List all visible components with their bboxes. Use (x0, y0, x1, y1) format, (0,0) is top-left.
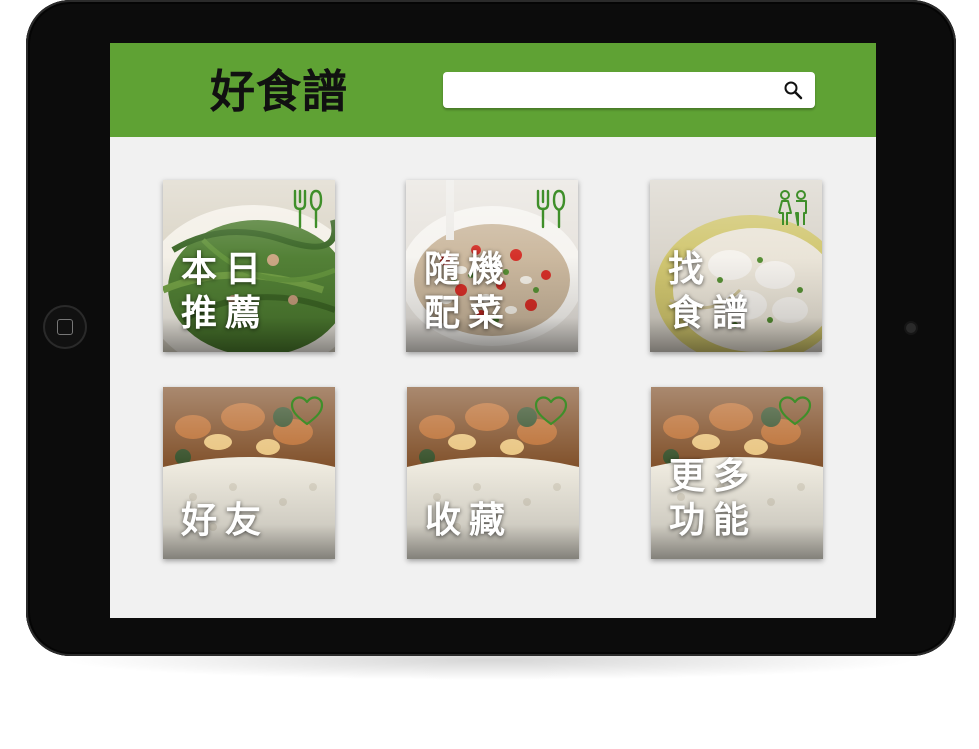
logo-text: 好食譜 (210, 64, 349, 118)
tile-label: 收藏 (425, 500, 514, 541)
tile-label: 隨機 配菜 (424, 249, 513, 334)
search-bar[interactable] (443, 72, 815, 108)
tile-friends[interactable]: 好友 (163, 387, 335, 559)
app-header: 好食譜 (110, 43, 876, 137)
app-screen: 好食譜 本日 推薦 隨機 配菜 找 食譜 好友 收藏 更多 功能 (110, 43, 876, 618)
heart-icon (778, 396, 812, 426)
people-icon (778, 190, 807, 226)
tile-random-sides[interactable]: 隨機 配菜 (406, 180, 578, 352)
tile-more-features[interactable]: 更多 功能 (651, 387, 823, 559)
tile-daily-recommend[interactable]: 本日 推薦 (163, 180, 335, 352)
tile-label: 好友 (181, 500, 270, 541)
home-button[interactable] (43, 305, 87, 349)
search-icon[interactable] (783, 80, 803, 100)
logo[interactable]: 好食譜 (210, 63, 348, 119)
utensils-icon (293, 189, 323, 229)
heart-icon (534, 396, 568, 426)
tile-label: 找 食譜 (668, 249, 757, 334)
tile-label: 本日 推薦 (181, 249, 270, 334)
tile-label: 更多 功能 (669, 456, 758, 541)
utensils-icon (536, 189, 566, 229)
heart-icon (290, 396, 324, 426)
front-camera (906, 323, 916, 333)
tile-favorites[interactable]: 收藏 (407, 387, 579, 559)
tablet-frame: 好食譜 本日 推薦 隨機 配菜 找 食譜 好友 收藏 更多 功能 (26, 0, 956, 656)
search-input[interactable] (451, 78, 775, 104)
tile-find-recipe[interactable]: 找 食譜 (650, 180, 822, 352)
home-button-glyph (57, 319, 73, 335)
